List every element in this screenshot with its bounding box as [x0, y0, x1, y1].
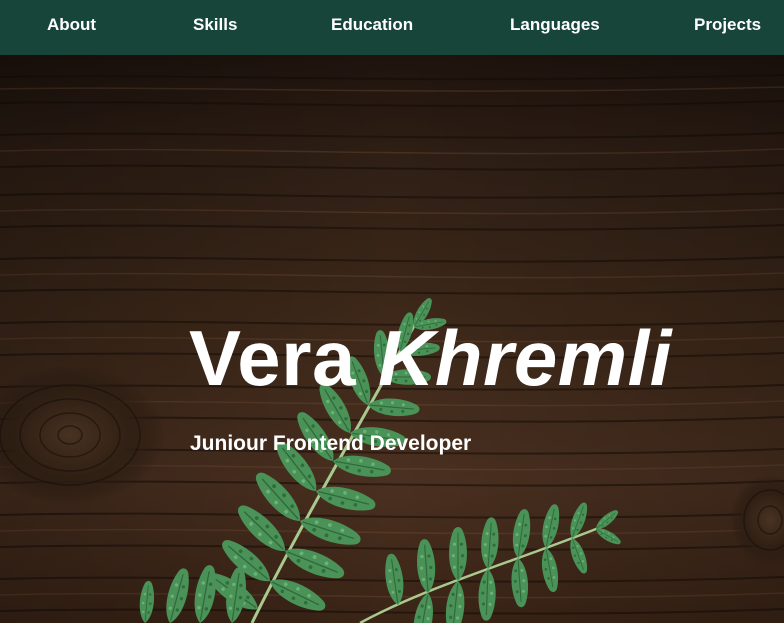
nav-link-about[interactable]: About: [47, 15, 96, 35]
hero-name: Vera Khremli: [189, 313, 672, 403]
hero-first-name: Vera: [189, 314, 356, 402]
hero-subtitle: Juniour Frontend Developer: [190, 432, 472, 455]
nav-link-projects[interactable]: Projects: [694, 15, 761, 35]
nav-link-skills[interactable]: Skills: [193, 15, 237, 35]
hero-last-name: Khremli: [378, 314, 672, 402]
bottom-divider: [0, 623, 784, 627]
hero-section: Vera Khremli Juniour Frontend Developer: [0, 55, 784, 623]
nav-link-languages[interactable]: Languages: [510, 15, 600, 35]
nav-link-education[interactable]: Education: [331, 15, 413, 35]
top-navigation-bar: About Skills Education Languages Project…: [0, 0, 784, 55]
